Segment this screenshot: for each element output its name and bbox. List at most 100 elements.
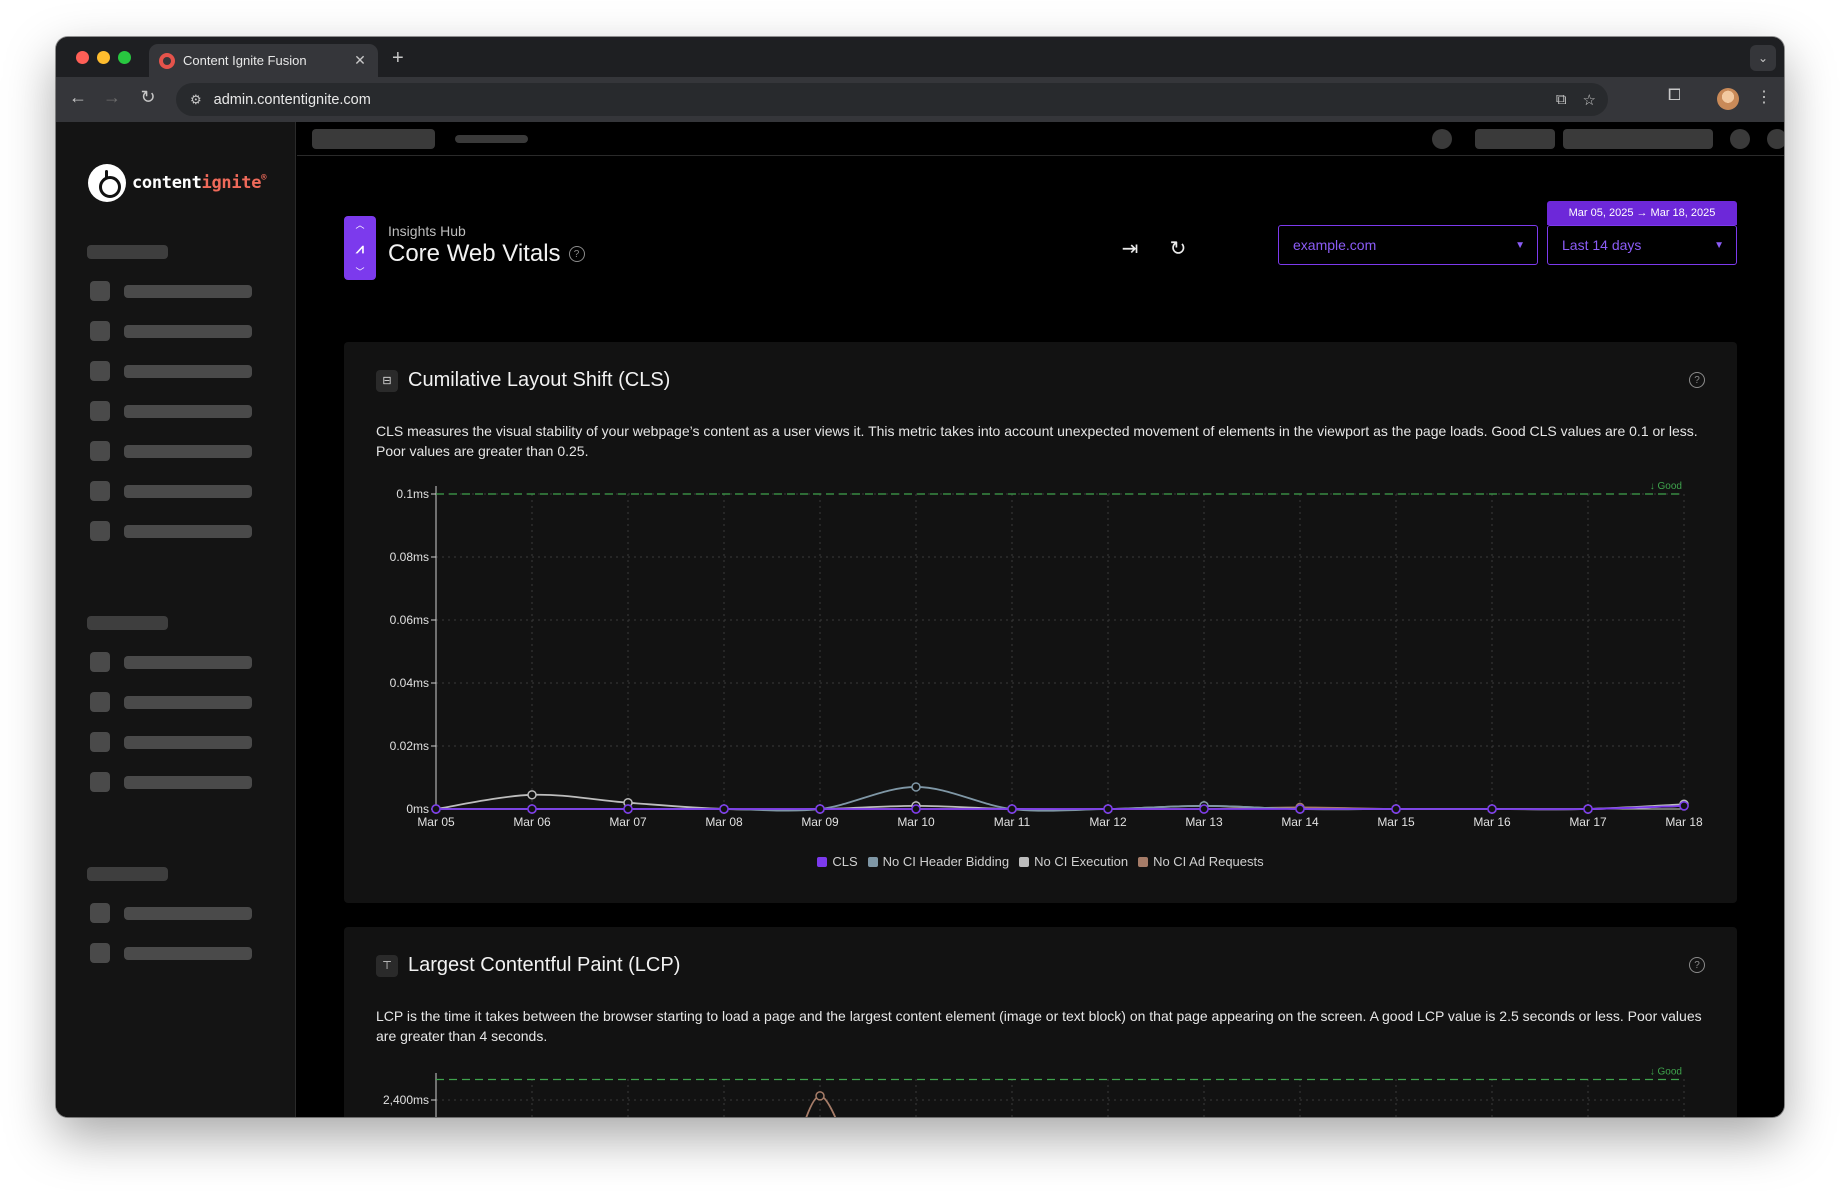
- sidebar-item[interactable]: [90, 441, 252, 461]
- x-tick-label: Mar 10: [897, 815, 935, 829]
- topbar-icon[interactable]: [1730, 129, 1750, 149]
- minimize-window-button[interactable]: [97, 51, 110, 64]
- sidebar-item[interactable]: [90, 521, 252, 541]
- install-app-icon[interactable]: ⧉: [1556, 91, 1567, 109]
- data-point: [1583, 804, 1593, 814]
- browser-window: Content Ignite Fusion ✕ + ⌄ ← → ↻ ⚙ admi…: [56, 37, 1784, 1117]
- legend-item-ad-requests[interactable]: No CI Ad Requests: [1138, 854, 1264, 869]
- tab-search-button[interactable]: ⌄: [1750, 45, 1776, 71]
- data-point: [1295, 804, 1305, 814]
- insights-hub-icon[interactable]: ︿ ⩘ ﹀: [344, 216, 376, 280]
- date-range-badge: Mar 05, 2025 → Mar 18, 2025: [1547, 201, 1737, 225]
- x-tick-label: Mar 05: [417, 815, 455, 829]
- topbar-placeholder: [312, 129, 435, 149]
- data-point: [1391, 804, 1401, 814]
- tab-strip: Content Ignite Fusion ✕ + ⌄: [56, 37, 1784, 77]
- legend-item-header-bidding[interactable]: No CI Header Bidding: [867, 854, 1009, 869]
- topbar-placeholder[interactable]: [1475, 129, 1555, 149]
- export-icon[interactable]: ⇥: [1116, 234, 1144, 262]
- forward-icon[interactable]: →: [100, 87, 124, 108]
- lcp-chart: 2,200ms2,400ms↓ Good: [383, 1067, 1685, 1117]
- y-tick-label: 0ms: [406, 802, 429, 816]
- data-point: [1007, 804, 1017, 814]
- legend-item-cls[interactable]: CLS: [817, 854, 858, 869]
- maximize-window-button[interactable]: [118, 51, 131, 64]
- dropdown-caret-icon: ▼: [1714, 239, 1724, 251]
- help-icon[interactable]: ?: [568, 246, 585, 262]
- x-tick-label: Mar 17: [1569, 815, 1607, 829]
- profile-avatar[interactable]: [1717, 88, 1739, 110]
- data-point: [527, 804, 537, 814]
- top-bar: [297, 122, 1784, 156]
- data-point: [815, 1091, 825, 1101]
- y-tick-label: 2,400ms: [383, 1093, 429, 1107]
- date-range-select[interactable]: Last 14 days ▼: [1547, 225, 1737, 265]
- logo[interactable]: contentignite®: [88, 164, 267, 202]
- tab-close-icon[interactable]: ✕: [352, 52, 368, 69]
- good-threshold-label: ↓ Good: [1650, 1067, 1682, 1078]
- lcp-card: ⊤ Largest Contentful Paint (LCP) ? LCP i…: [344, 927, 1737, 1117]
- sidebar-item[interactable]: [90, 903, 252, 923]
- address-bar[interactable]: ⚙ admin.contentignite.com ⧉ ☆: [176, 83, 1608, 116]
- data-point: [911, 804, 921, 814]
- x-tick-label: Mar 08: [705, 815, 743, 829]
- sidebar-item[interactable]: [90, 732, 252, 752]
- browser-tab[interactable]: Content Ignite Fusion ✕: [149, 44, 378, 77]
- sidebar-item[interactable]: [90, 772, 252, 792]
- page: contentignite® ︿ ⩘ ﹀ Insights Hub Core W…: [56, 122, 1784, 1117]
- sidebar-item[interactable]: [90, 281, 252, 301]
- x-tick-label: Mar 14: [1281, 815, 1319, 829]
- x-tick-label: Mar 13: [1185, 815, 1223, 829]
- tab-title: Content Ignite Fusion: [183, 53, 307, 68]
- site-info-icon[interactable]: ⚙: [190, 92, 202, 108]
- sidebar-section-heading: [87, 616, 168, 630]
- site-select[interactable]: example.com ▼: [1278, 225, 1538, 265]
- data-point: [815, 804, 825, 814]
- browser-menu-icon[interactable]: ⋮: [1756, 87, 1772, 107]
- sidebar-section-heading: [87, 245, 168, 259]
- back-icon[interactable]: ←: [66, 87, 90, 108]
- data-point: [1199, 804, 1209, 814]
- topbar-icon[interactable]: [1767, 129, 1784, 149]
- favicon-icon: [159, 52, 175, 69]
- sidebar-item[interactable]: [90, 401, 252, 421]
- x-tick-label: Mar 16: [1473, 815, 1511, 829]
- data-point: [431, 804, 441, 814]
- x-tick-label: Mar 06: [513, 815, 551, 829]
- series-line: [435, 793, 1685, 811]
- refresh-icon[interactable]: ↻: [1164, 234, 1192, 262]
- sidebar-item[interactable]: [90, 692, 252, 712]
- bookmark-star-icon[interactable]: ☆: [1583, 91, 1596, 109]
- y-tick-label: 0.06ms: [390, 613, 429, 627]
- y-tick-label: 0.1ms: [396, 487, 429, 501]
- logo-text: contentignite®: [132, 173, 267, 193]
- x-tick-label: Mar 15: [1377, 815, 1415, 829]
- sidebar-item[interactable]: [90, 481, 252, 501]
- logo-mark-icon: [88, 164, 126, 202]
- sidebar-section-heading: [87, 867, 168, 881]
- cls-chart: Mar 05 Mar 06 Mar 07 Mar 08 Mar 09 Mar 10 Mar …: [390, 481, 1703, 829]
- reload-icon[interactable]: ↻: [136, 87, 160, 108]
- cls-card: ⊟ Cumilative Layout Shift (CLS) ? CLS me…: [344, 342, 1737, 903]
- legend-item-execution[interactable]: No CI Execution: [1019, 854, 1128, 869]
- data-point: [1679, 801, 1689, 811]
- sidebar-item[interactable]: [90, 652, 252, 672]
- chevron-down-icon: ﹀: [355, 267, 365, 277]
- y-tick-label: 0.04ms: [390, 676, 429, 690]
- url-text: admin.contentignite.com: [213, 91, 371, 108]
- page-title: Core Web Vitals ?: [388, 240, 585, 268]
- extensions-icon[interactable]: ⧠: [1668, 87, 1681, 105]
- sidebar-item[interactable]: [90, 321, 252, 341]
- topbar-placeholder[interactable]: [1563, 129, 1713, 149]
- close-window-button[interactable]: [76, 51, 89, 64]
- topbar-placeholder: [455, 135, 528, 143]
- legend-swatch: [817, 856, 828, 867]
- topbar-icon[interactable]: [1432, 129, 1452, 149]
- data-point: [623, 804, 633, 814]
- new-tab-button[interactable]: +: [392, 47, 404, 70]
- data-point: [911, 782, 921, 792]
- window-controls: [76, 51, 131, 64]
- legend-swatch: [1138, 856, 1149, 867]
- sidebar-item[interactable]: [90, 361, 252, 381]
- sidebar-item[interactable]: [90, 943, 252, 963]
